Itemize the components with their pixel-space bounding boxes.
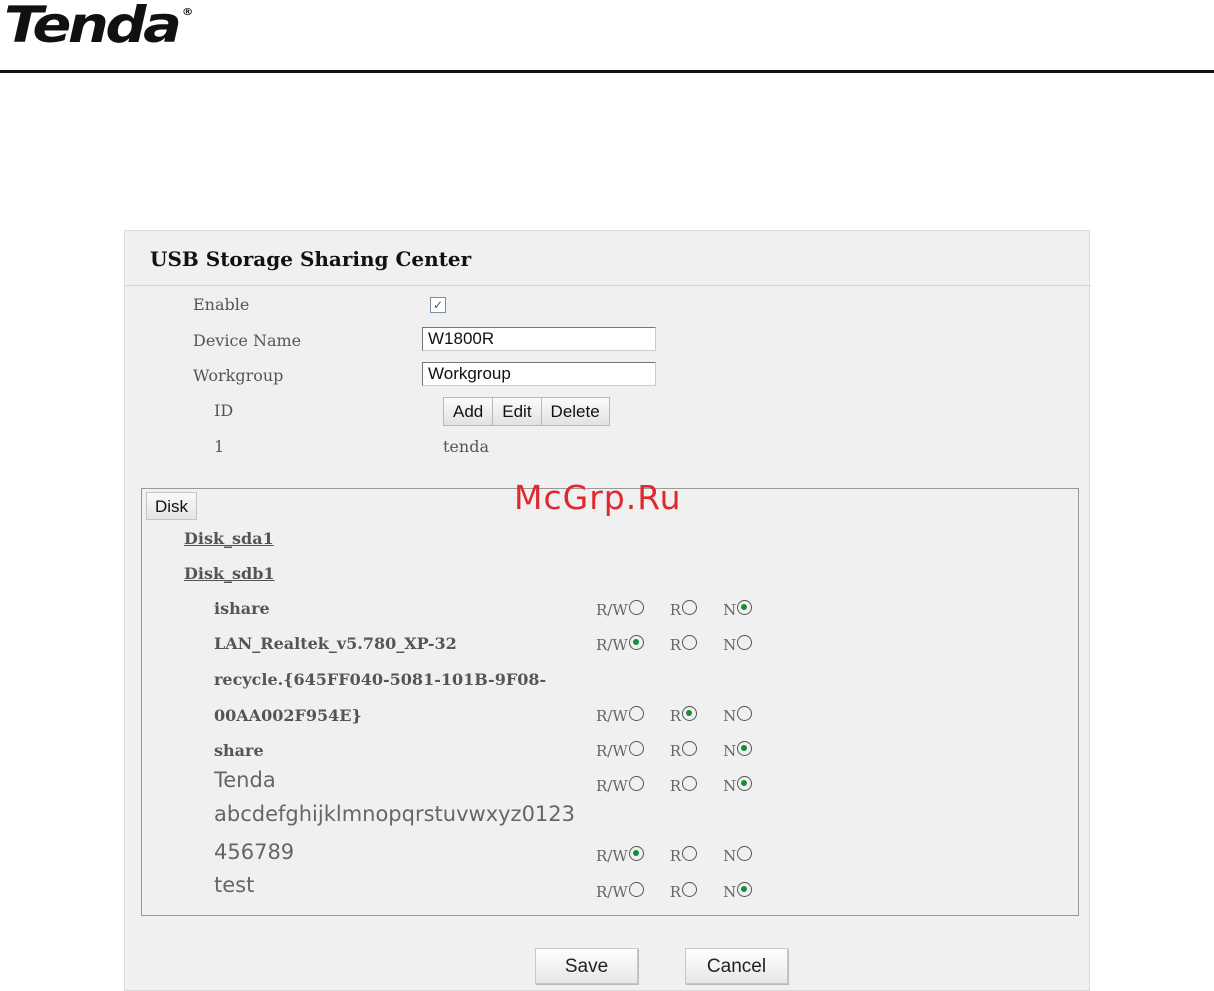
- rw-label: R/W: [596, 636, 628, 654]
- enable-checkbox[interactable]: ✓: [430, 297, 446, 313]
- rw-radio[interactable]: [628, 881, 644, 897]
- rw-radio[interactable]: [628, 845, 644, 861]
- n-radio[interactable]: [737, 740, 753, 756]
- n-radio[interactable]: [737, 634, 753, 650]
- n-label: N: [723, 742, 737, 760]
- user-row-name[interactable]: tenda: [443, 437, 489, 456]
- r-label: R: [669, 601, 682, 619]
- enable-label: Enable: [193, 295, 250, 314]
- permission-row: R/W R N: [596, 881, 753, 901]
- user-actions: Add Edit Delete: [443, 397, 610, 426]
- rw-label: R/W: [596, 707, 628, 725]
- folder-name: Tenda: [214, 768, 276, 792]
- r-radio[interactable]: [682, 740, 698, 756]
- r-label: R: [669, 847, 682, 865]
- workgroup-label: Workgroup: [193, 366, 284, 385]
- disk-link-sda1[interactable]: Disk_sda1: [184, 529, 274, 548]
- r-label: R: [669, 742, 682, 760]
- header-divider: [0, 70, 1214, 73]
- device-name-label: Device Name: [193, 331, 302, 350]
- folder-name: LAN_Realtek_v5.780_XP-32: [214, 634, 457, 653]
- folder-name: ishare: [214, 599, 270, 618]
- disk-panel: Disk Disk_sda1 Disk_sdb1 ishare R/W R N …: [141, 488, 1079, 916]
- rw-label: R/W: [596, 777, 628, 795]
- n-radio[interactable]: [737, 845, 753, 861]
- disk-link-sdb1[interactable]: Disk_sdb1: [184, 564, 275, 583]
- usb-sharing-panel: USB Storage Sharing Center Enable ✓ Devi…: [124, 230, 1091, 991]
- permission-row: R/W R N: [596, 775, 753, 795]
- n-radio[interactable]: [737, 775, 753, 791]
- r-radio[interactable]: [682, 845, 698, 861]
- user-row-id: 1: [214, 437, 225, 456]
- n-label: N: [723, 883, 737, 901]
- rw-radio[interactable]: [628, 634, 644, 650]
- folder-name: test: [214, 873, 255, 897]
- r-radio[interactable]: [682, 881, 698, 897]
- folder-name-line1: abcdefghijklmnopqrstuvwxyz0123: [214, 802, 576, 826]
- permission-row: R/W R N: [596, 740, 753, 760]
- r-radio[interactable]: [682, 599, 698, 615]
- r-label: R: [669, 777, 682, 795]
- cancel-button[interactable]: Cancel: [685, 948, 788, 984]
- rw-radio[interactable]: [628, 775, 644, 791]
- permission-row: R/W R N: [596, 705, 753, 725]
- logo-text: Tenda: [4, 0, 182, 54]
- n-radio[interactable]: [737, 705, 753, 721]
- add-user-button[interactable]: Add: [443, 397, 494, 426]
- device-name-input[interactable]: [422, 327, 656, 351]
- panel-title: USB Storage Sharing Center: [150, 247, 472, 271]
- folder-name-line2: 00AA002F954E}: [214, 706, 362, 725]
- rw-label: R/W: [596, 601, 628, 619]
- tab-disk[interactable]: Disk: [146, 492, 198, 520]
- save-button[interactable]: Save: [535, 948, 638, 984]
- workgroup-input[interactable]: [422, 362, 656, 386]
- permission-row: R/W R N: [596, 599, 753, 619]
- r-label: R: [669, 883, 682, 901]
- title-divider: [125, 285, 1091, 286]
- n-radio[interactable]: [737, 599, 753, 615]
- r-radio[interactable]: [682, 775, 698, 791]
- tenda-logo: Tenda ®: [4, 0, 193, 50]
- folder-name: share: [214, 741, 264, 760]
- rw-radio[interactable]: [628, 599, 644, 615]
- n-label: N: [723, 707, 737, 725]
- rw-radio[interactable]: [628, 705, 644, 721]
- registered-mark: ®: [181, 7, 194, 18]
- r-label: R: [669, 707, 682, 725]
- n-label: N: [723, 777, 737, 795]
- folder-name-line1: recycle.{645FF040-5081-101B-9F08-: [214, 670, 547, 689]
- rw-radio[interactable]: [628, 740, 644, 756]
- watermark: McGrp.Ru: [514, 478, 682, 517]
- permission-row: R/W R N: [596, 634, 753, 654]
- n-radio[interactable]: [737, 881, 753, 897]
- edit-user-button[interactable]: Edit: [493, 397, 542, 426]
- rw-label: R/W: [596, 742, 628, 760]
- rw-label: R/W: [596, 883, 628, 901]
- folder-name-line2: 456789: [214, 840, 295, 864]
- id-column-header: ID: [214, 401, 234, 420]
- n-label: N: [723, 601, 737, 619]
- n-label: N: [723, 847, 737, 865]
- delete-user-button[interactable]: Delete: [541, 397, 610, 426]
- r-radio[interactable]: [682, 705, 698, 721]
- r-label: R: [669, 636, 682, 654]
- r-radio[interactable]: [682, 634, 698, 650]
- permission-row: R/W R N: [596, 845, 753, 865]
- rw-label: R/W: [596, 847, 628, 865]
- n-label: N: [723, 636, 737, 654]
